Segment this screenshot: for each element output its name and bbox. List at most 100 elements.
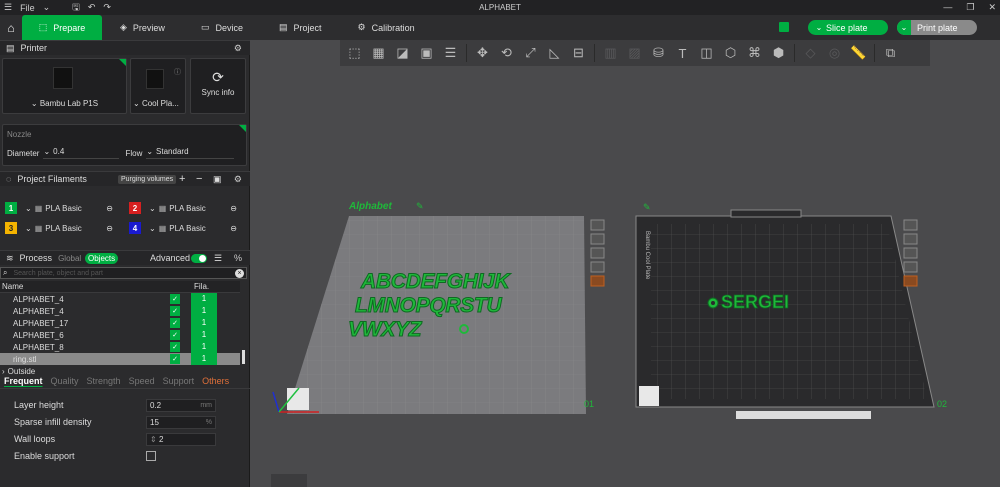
flow-select[interactable]: ⌄ Standard [146,147,235,159]
percent-icon[interactable]: % [234,253,242,263]
filament-slot[interactable]: 2 ⌄ ▦ PLA Basic ⊖ [129,202,237,214]
add-plate-icon[interactable]: ▦ [368,43,389,64]
checkbox-icon[interactable]: ✓ [170,354,180,364]
edit-icon[interactable]: ✎ [643,202,651,212]
edit-icon[interactable]: ✎ [416,201,424,211]
sync-info-button[interactable]: ⟳ Sync info [190,58,246,114]
checkbox-icon[interactable]: ✓ [170,330,180,340]
list-icon[interactable]: ☰ [214,253,222,264]
move-icon[interactable]: ✥ [472,43,493,64]
checkbox-icon[interactable]: ✓ [170,294,180,304]
list-item[interactable]: ALPHABET_4 ✓ 1 [0,293,240,305]
brim-ears-icon[interactable]: ◎ [824,43,845,64]
tab-prepare[interactable]: ⬚ Prepare [22,15,102,40]
emboss-icon[interactable]: ◫ [696,43,717,64]
enable-support-checkbox[interactable] [146,451,156,461]
tab-strength[interactable]: Strength [87,376,121,386]
purging-volumes-button[interactable]: Purging volumes [118,174,177,184]
tab-support[interactable]: Support [163,376,195,386]
hamburger-icon[interactable]: ☰ [0,2,16,13]
wall-loops-stepper[interactable]: ⇕ 2 [146,433,216,446]
support-paint-icon[interactable]: ▨ [624,43,645,64]
chevron-down-icon[interactable]: ⌄ [39,2,55,13]
objects-toggle[interactable]: Objects [85,252,119,264]
chevron-down-icon[interactable]: ⌄ [812,20,826,35]
plate-type-card[interactable]: ⓘ ⌄ Cool Pla... [130,58,186,114]
add-icon[interactable]: + [179,173,185,185]
filament-slot[interactable]: 4 ⌄ ▦ PLA Basic ⊖ [129,222,237,234]
orient-plate-icon[interactable] [903,233,918,245]
list-item[interactable]: ALPHABET_4 ✓ 1 [0,305,240,317]
maximize-icon[interactable]: ❐ [966,0,974,15]
close-icon[interactable]: ✕ [988,0,996,15]
save-icon[interactable]: 🖫 [68,0,84,16]
3d-viewport[interactable]: Alphabet ✎ ABCDEFGHIJK LMNOPQRSTU VWXYZ … [251,66,1000,487]
auto-orient-icon[interactable]: ◪ [392,43,413,64]
plate-settings-icon[interactable] [903,275,918,287]
advanced-switch[interactable] [191,253,207,263]
chevron-down-icon[interactable]: ⌄ [897,20,911,35]
filament-slot[interactable]: 3 ⌄ ▦ PLA Basic ⊖ [5,222,113,234]
assembly-icon[interactable]: ⌘ [744,43,765,64]
list-item[interactable]: ALPHABET_6 ✓ 1 [0,329,240,341]
list-item[interactable]: ring.stl ✓ 1 [0,353,240,365]
print-plate-button[interactable]: ⌄ Print plate [897,20,977,35]
rotate-icon[interactable]: ⟲ [496,43,517,64]
tab-calibration[interactable]: ⚙ Calibration [340,15,433,40]
sync-filament-icon[interactable]: ▣ [213,174,222,185]
tab-device[interactable]: ▭ Device [183,15,261,40]
search-input[interactable]: Search plate, object and part [13,270,235,277]
checkbox-icon[interactable]: ✓ [170,342,180,352]
split-plates-icon[interactable]: ☰ [440,43,461,64]
home-icon[interactable]: ⌂ [0,15,22,40]
ruler-icon[interactable]: 📏 [848,43,869,64]
variable-layer-icon[interactable]: ◇ [800,43,821,64]
object-search-bar[interactable]: ⌕ Search plate, object and part × [0,267,247,279]
list-item[interactable]: ALPHABET_8 ✓ 1 [0,341,240,353]
info-icon[interactable]: ⓘ [174,67,181,77]
tab-preview[interactable]: ◈ Preview [102,15,183,40]
tab-quality[interactable]: Quality [51,376,79,386]
scale-icon[interactable]: ⤢ [520,43,541,64]
tab-speed[interactable]: Speed [129,376,155,386]
object-list-scrollbar[interactable] [242,350,245,364]
printer-card[interactable]: ⌄ Bambu Lab P1S [2,58,127,114]
text-icon[interactable]: T [672,43,693,64]
tab-project[interactable]: ▤ Project [261,15,340,40]
sparse-infill-input[interactable]: 15% [146,416,216,429]
checkbox-icon[interactable]: ✓ [170,318,180,328]
minus-circle-icon[interactable]: ⊖ [230,204,237,213]
view-cube-button[interactable] [271,474,307,487]
pick-plate-icon[interactable] [903,219,918,231]
gear-icon[interactable]: ⚙ [234,174,242,185]
pick-plate-icon[interactable] [590,219,605,231]
seam-paint-icon[interactable]: ⬢ [768,43,789,64]
minimize-icon[interactable]: — [943,0,952,15]
plate-settings-icon[interactable] [779,22,789,32]
list-item[interactable]: ALPHABET_17 ✓ 1 [0,317,240,329]
color-paint-icon[interactable]: ⛁ [648,43,669,64]
model-text-line[interactable]: LMNOPQRSTU [355,294,504,318]
arrange-plate-icon[interactable] [903,247,918,259]
undo-icon[interactable]: ↶ [84,2,100,13]
checkbox-icon[interactable]: ✓ [170,306,180,316]
redo-icon[interactable]: ↷ [99,2,115,13]
minus-circle-icon[interactable]: ⊖ [106,224,113,233]
remove-icon[interactable]: − [196,173,202,185]
orient-plate-icon[interactable] [590,233,605,245]
plate-settings-icon[interactable] [590,275,605,287]
slice-plate-button[interactable]: ⌄ Slice plate [808,20,888,35]
add-object-icon[interactable]: ⬚ [344,43,365,64]
clear-icon[interactable]: × [235,268,244,278]
minus-circle-icon[interactable]: ⊖ [230,224,237,233]
lock-plate-icon[interactable] [903,261,918,273]
plate-1-name[interactable]: Alphabet [348,201,392,212]
tab-frequent[interactable]: Frequent [4,376,43,386]
arrange-plate-icon[interactable] [590,247,605,259]
global-toggle[interactable]: Global [58,254,81,263]
sergei-model[interactable]: SERGEI [721,292,790,313]
lay-on-face-icon[interactable]: ◺ [544,43,565,64]
gear-icon[interactable]: ⚙ [234,43,242,54]
tab-others[interactable]: Others [202,376,229,386]
layer-height-input[interactable]: 0.2 mm [146,399,216,412]
